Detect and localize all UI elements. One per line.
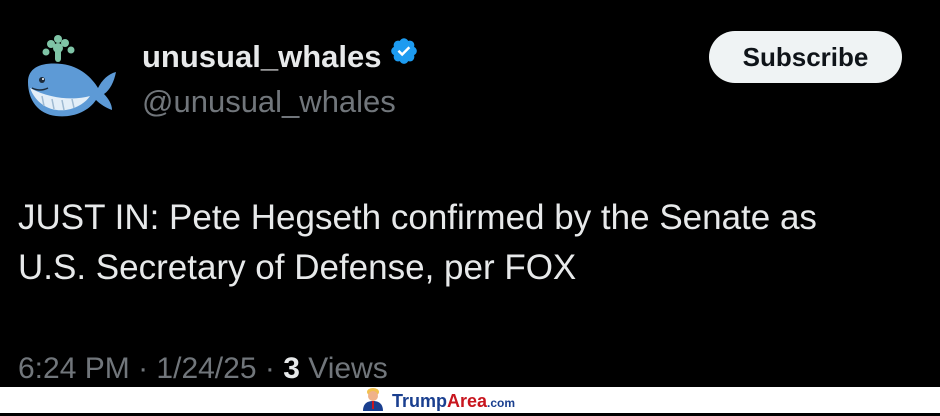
tweet-date[interactable]: 1/24/25 bbox=[156, 352, 256, 385]
views-label: Views bbox=[308, 352, 388, 385]
watermark-com: .com bbox=[487, 395, 516, 410]
tweet-card: unusual_whales @unusual_whales Subscribe… bbox=[0, 0, 940, 387]
tweet-text: JUST IN: Pete Hegseth confirmed by the S… bbox=[18, 193, 918, 293]
watermark-logo: TrumpArea.com bbox=[360, 387, 515, 416]
views-count: 3 bbox=[283, 352, 300, 385]
separator: · bbox=[264, 352, 275, 385]
display-name-text[interactable]: unusual_whales bbox=[142, 39, 381, 74]
watermark-footer: TrumpArea.com bbox=[0, 387, 940, 413]
verified-badge-icon[interactable] bbox=[389, 36, 419, 75]
watermark-trump: Trump bbox=[392, 390, 448, 411]
tweet-text-line-2: U.S. Secretary of Defense, per FOX bbox=[18, 248, 577, 287]
watermark-text: TrumpArea.com bbox=[392, 391, 515, 412]
tweet-text-line-1: JUST IN: Pete Hegseth confirmed by the S… bbox=[18, 198, 817, 237]
separator: · bbox=[138, 352, 149, 385]
watermark-area: Area bbox=[447, 390, 488, 411]
display-name[interactable]: unusual_whales bbox=[142, 38, 419, 76]
user-handle[interactable]: @unusual_whales bbox=[142, 84, 396, 120]
whale-avatar-icon[interactable] bbox=[22, 30, 120, 122]
tweet-time[interactable]: 6:24 PM bbox=[18, 352, 130, 385]
subscribe-button[interactable]: Subscribe bbox=[709, 31, 902, 83]
trump-figure-icon bbox=[360, 387, 386, 416]
tweet-metadata: 6:24 PM · 1/24/25 · 3 Views bbox=[18, 350, 388, 388]
